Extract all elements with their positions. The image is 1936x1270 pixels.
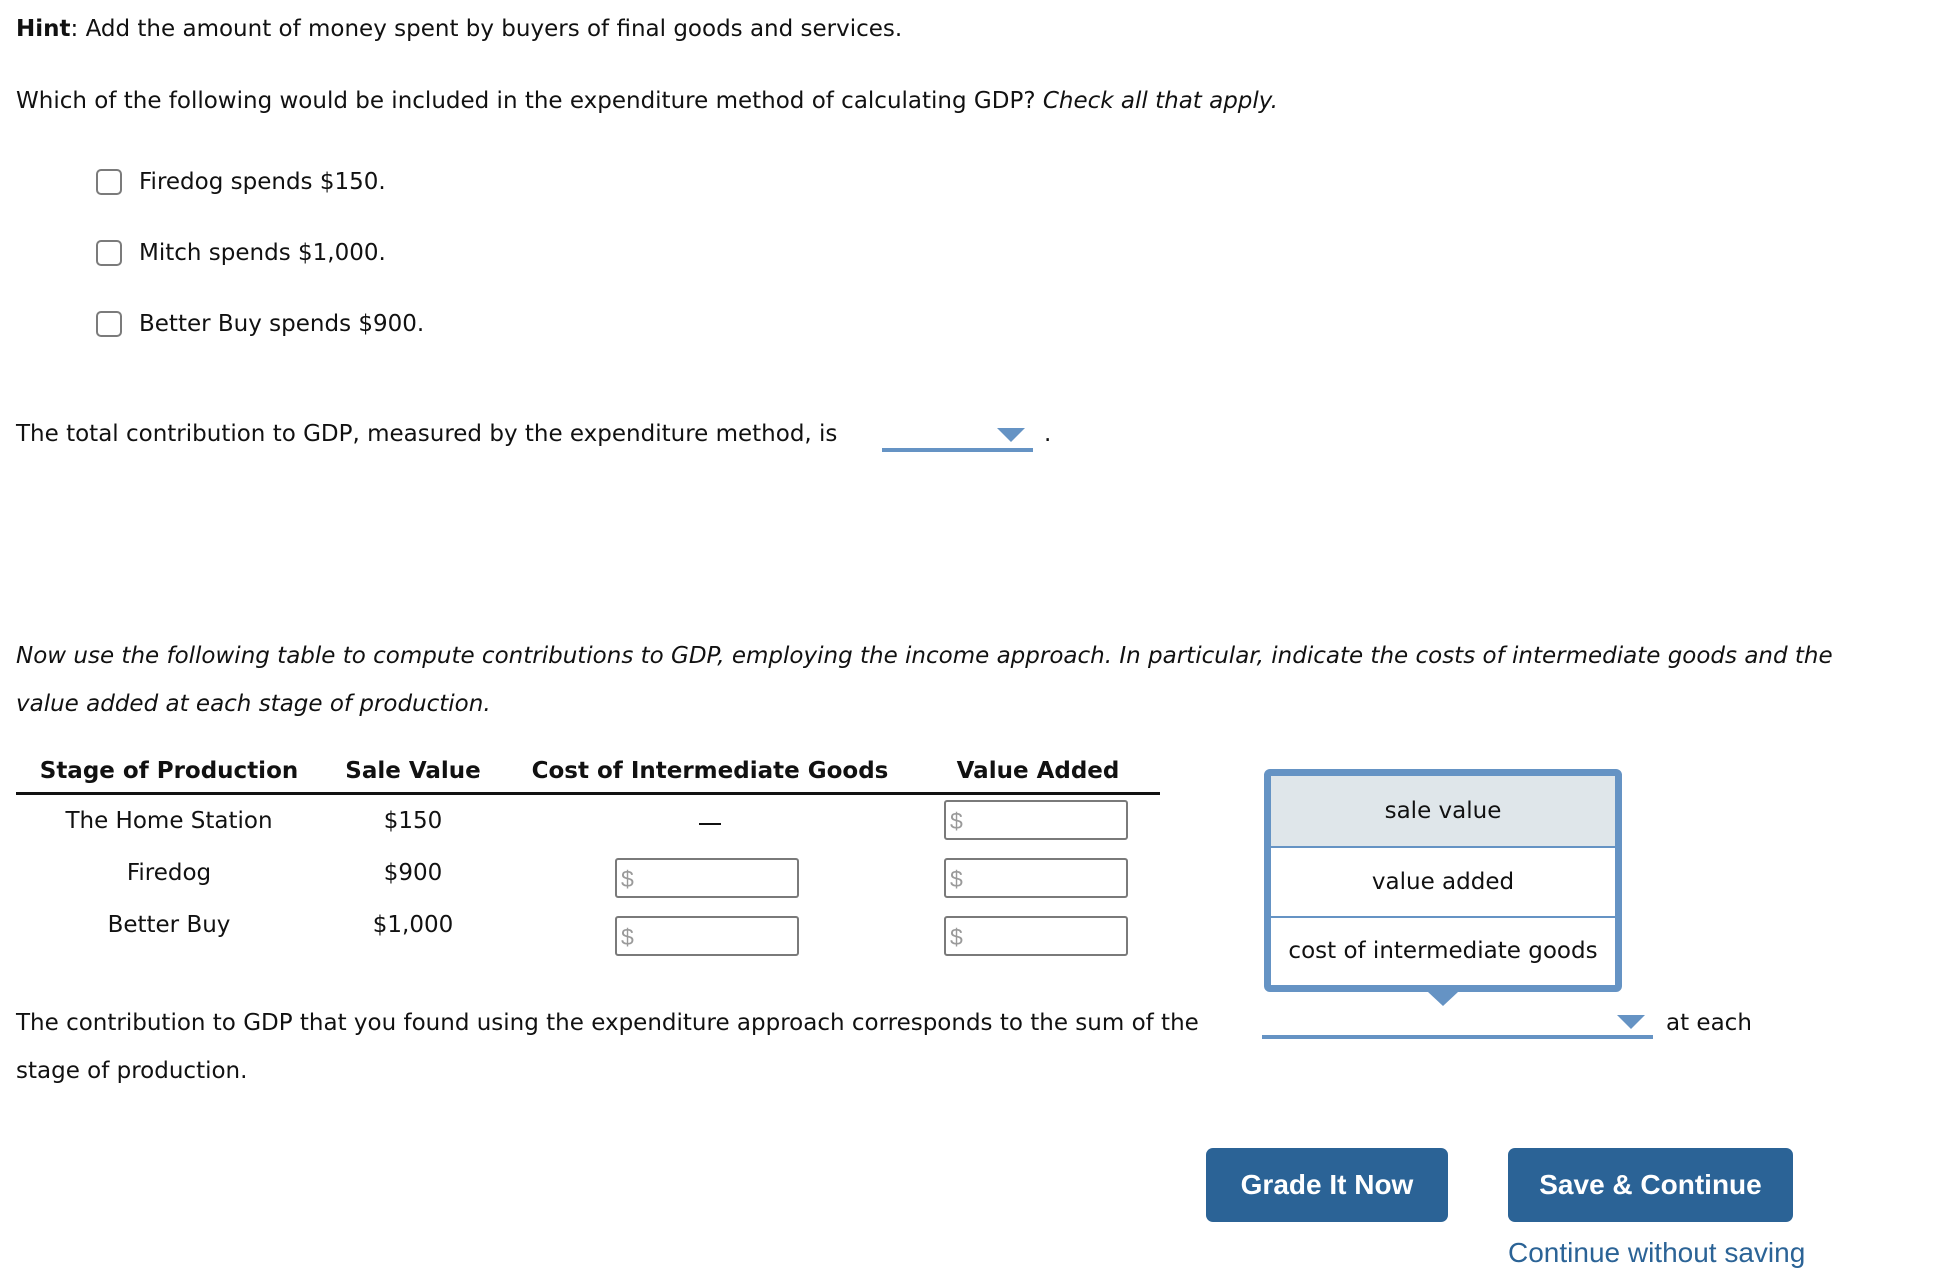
instructions-text: Now use the following table to compute c… (16, 643, 1833, 717)
popup-option-cost-intermediate[interactable]: cost of intermediate goods (1271, 918, 1615, 985)
chevron-down-icon (1617, 1015, 1645, 1029)
option-label: Better Buy spends $900. (139, 311, 425, 337)
checkbox-firedog[interactable] (96, 169, 122, 195)
cost-input-firedog[interactable]: $ (615, 858, 799, 898)
option-firedog[interactable]: Firedog spends $150. (96, 168, 386, 196)
contribution-dropdown[interactable] (1262, 1005, 1653, 1039)
row-sale-value: $900 (383, 860, 443, 886)
chevron-down-icon (997, 428, 1025, 442)
option-mitch[interactable]: Mitch spends $1,000. (96, 239, 386, 267)
hint-text: Hint: Add the amount of money spent by b… (16, 14, 902, 44)
value-added-input-home-station[interactable]: $ (944, 800, 1128, 840)
dollar-prefix: $ (950, 924, 963, 950)
period: . (1044, 421, 1052, 447)
header-sale-value: Sale Value (345, 758, 481, 784)
option-better-buy[interactable]: Better Buy spends $900. (96, 310, 424, 338)
no-cost-dash (699, 823, 721, 825)
row-sale-value: $150 (383, 808, 443, 834)
popup-option-sale-value[interactable]: sale value (1271, 776, 1615, 846)
total-contribution-text: The total contribution to GDP, measured … (16, 421, 838, 447)
option-label: Firedog spends $150. (139, 169, 386, 195)
row-stage: The Home Station (65, 808, 273, 834)
header-stage: Stage of Production (39, 758, 299, 784)
option-label: Mitch spends $1,000. (139, 240, 386, 266)
value-added-input-firedog[interactable]: $ (944, 858, 1128, 898)
row-stage: Better Buy (107, 912, 231, 938)
total-contribution-dropdown[interactable] (882, 418, 1033, 452)
question-text: Which of the following would be included… (16, 86, 1278, 116)
dollar-prefix: $ (950, 808, 963, 834)
contribution-text: The contribution to GDP that you found u… (16, 1010, 1199, 1036)
hint-label: Hint (16, 16, 71, 42)
cost-input-better-buy[interactable]: $ (615, 916, 799, 956)
popup-pointer (1428, 992, 1458, 1006)
dollar-prefix: $ (621, 924, 634, 950)
question-body: Which of the following would be included… (16, 88, 1043, 114)
table-header: Stage of Production Sale Value Cost of I… (16, 752, 1160, 795)
dollar-prefix: $ (621, 866, 634, 892)
dollar-prefix: $ (950, 866, 963, 892)
grade-it-now-button[interactable]: Grade It Now (1206, 1148, 1448, 1222)
contribution-suffix: at each (1666, 1010, 1752, 1036)
row-sale-value: $1,000 (372, 912, 454, 938)
checkbox-mitch[interactable] (96, 240, 122, 266)
row-stage: Firedog (126, 860, 212, 886)
header-value-added: Value Added (956, 758, 1120, 784)
dropdown-popup: sale value value added cost of intermedi… (1264, 769, 1622, 992)
continue-without-saving-link[interactable]: Continue without saving (1508, 1236, 1805, 1270)
contribution-text-line2: stage of production. (16, 1058, 248, 1084)
value-added-input-better-buy[interactable]: $ (944, 916, 1128, 956)
checkbox-better-buy[interactable] (96, 311, 122, 337)
header-cost: Cost of Intermediate Goods (531, 758, 889, 784)
save-continue-button[interactable]: Save & Continue (1508, 1148, 1793, 1222)
popup-option-value-added[interactable]: value added (1271, 848, 1615, 916)
hint-body: : Add the amount of money spent by buyer… (70, 16, 903, 42)
question-instruction: Check all that apply. (1042, 88, 1278, 114)
